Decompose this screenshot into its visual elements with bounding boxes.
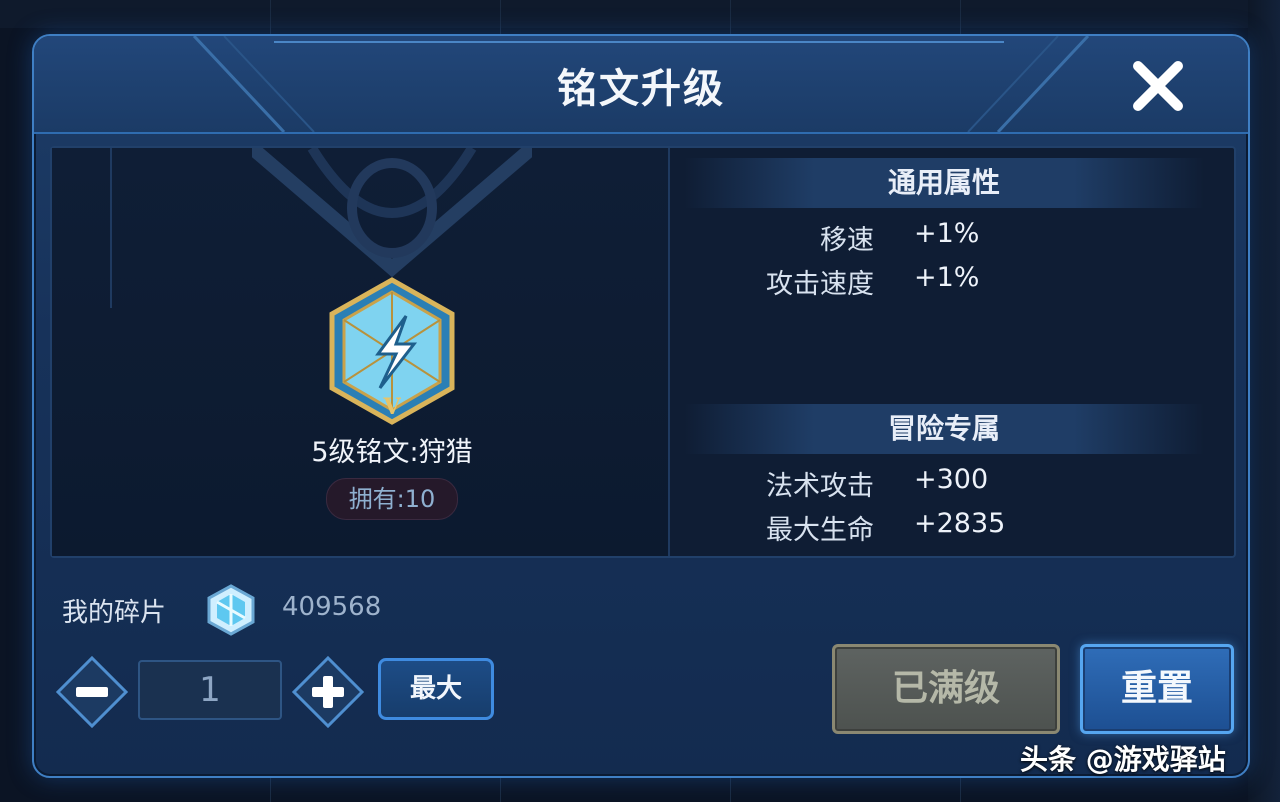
increase-button[interactable] [291, 655, 365, 729]
reset-button[interactable]: 重置 [1080, 644, 1234, 734]
max-level-button-disabled: 已满级 [832, 644, 1060, 734]
stat-label: 最大生命 [766, 515, 874, 546]
stat-value: +1% [914, 218, 980, 249]
rune-level-mark: V [382, 394, 401, 420]
close-icon [1133, 61, 1183, 111]
general-attributes-heading: 通用属性 [684, 158, 1204, 208]
shards-count: 409568 [282, 592, 382, 622]
stat-label: 攻击速度 [766, 269, 874, 300]
lightning-rune-icon: V [329, 277, 455, 425]
background-top-bar [0, 0, 1280, 28]
plus-icon [291, 655, 365, 729]
stat-value: +300 [914, 464, 989, 495]
minus-icon [55, 655, 129, 729]
stat-label: 法术攻击 [766, 471, 874, 502]
pane-divider [668, 148, 670, 556]
rune-upgrade-dialog: 铭文升级 V 5级铭文:狩猎 拥有:10 通用属性 移速 +1% 攻击速度 +1… [32, 34, 1250, 778]
stat-row: 移速 +1% [684, 218, 1204, 258]
pane-decor-line [110, 148, 112, 308]
stat-row: 最大生命 +2835 [684, 508, 1204, 548]
stat-row: 攻击速度 +1% [684, 262, 1204, 302]
background-right-edge [1248, 0, 1280, 802]
stat-label: 移速 [820, 225, 874, 256]
decrease-button[interactable] [55, 655, 129, 729]
stat-value: +1% [914, 262, 980, 293]
watermark: 头条 @游戏驿站 [1020, 743, 1226, 776]
rune-preview-pane: V 5级铭文:狩猎 拥有:10 [52, 148, 668, 556]
crest-ornament [252, 148, 532, 278]
shards-label: 我的碎片 [62, 598, 167, 628]
crystal-shard-icon [207, 584, 255, 636]
stat-value: +2835 [914, 508, 1006, 539]
max-quantity-button[interactable]: 最大 [378, 658, 494, 720]
owned-count-badge: 拥有:10 [326, 478, 458, 520]
dialog-title: 铭文升级 [557, 66, 725, 112]
title-bar: 铭文升级 [34, 36, 1248, 134]
quantity-input[interactable]: 1 [138, 660, 282, 720]
adventure-attributes-heading: 冒险专属 [684, 404, 1204, 454]
close-button[interactable] [1130, 58, 1186, 114]
stat-row: 法术攻击 +300 [684, 464, 1204, 504]
rune-name: 5级铭文:狩猎 [311, 437, 473, 468]
